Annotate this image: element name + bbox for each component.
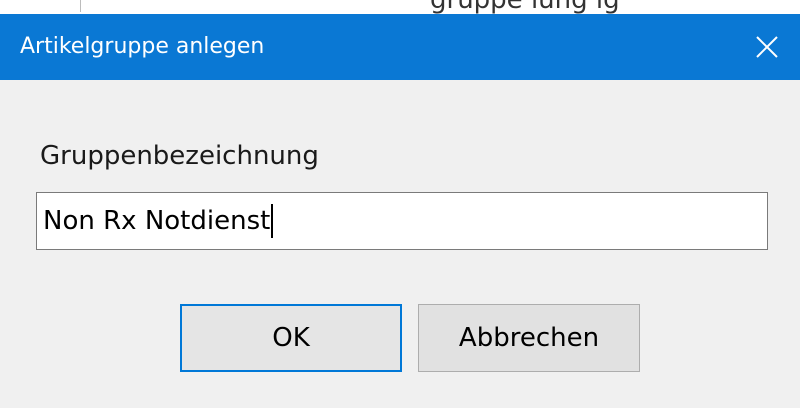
close-button[interactable] <box>734 14 800 80</box>
ok-button[interactable]: OK <box>180 304 402 372</box>
dialog-titlebar[interactable]: Artikelgruppe anlegen <box>0 14 800 80</box>
dialog-title: Artikelgruppe anlegen <box>20 34 265 59</box>
screen: gruppe lung ig Artikelgruppe anlegen Gru… <box>0 0 800 408</box>
group-name-value: Non Rx Notdienst <box>43 206 271 236</box>
create-article-group-dialog: Artikelgruppe anlegen Gruppenbezeichnung… <box>0 14 800 408</box>
cancel-button[interactable]: Abbrechen <box>418 304 640 372</box>
group-name-input[interactable]: Non Rx Notdienst <box>36 192 768 250</box>
text-caret <box>271 204 274 238</box>
background-window-text: gruppe lung ig <box>430 0 620 15</box>
background-divider <box>80 0 81 12</box>
group-name-label: Gruppenbezeichnung <box>40 141 319 171</box>
close-icon <box>756 36 778 58</box>
